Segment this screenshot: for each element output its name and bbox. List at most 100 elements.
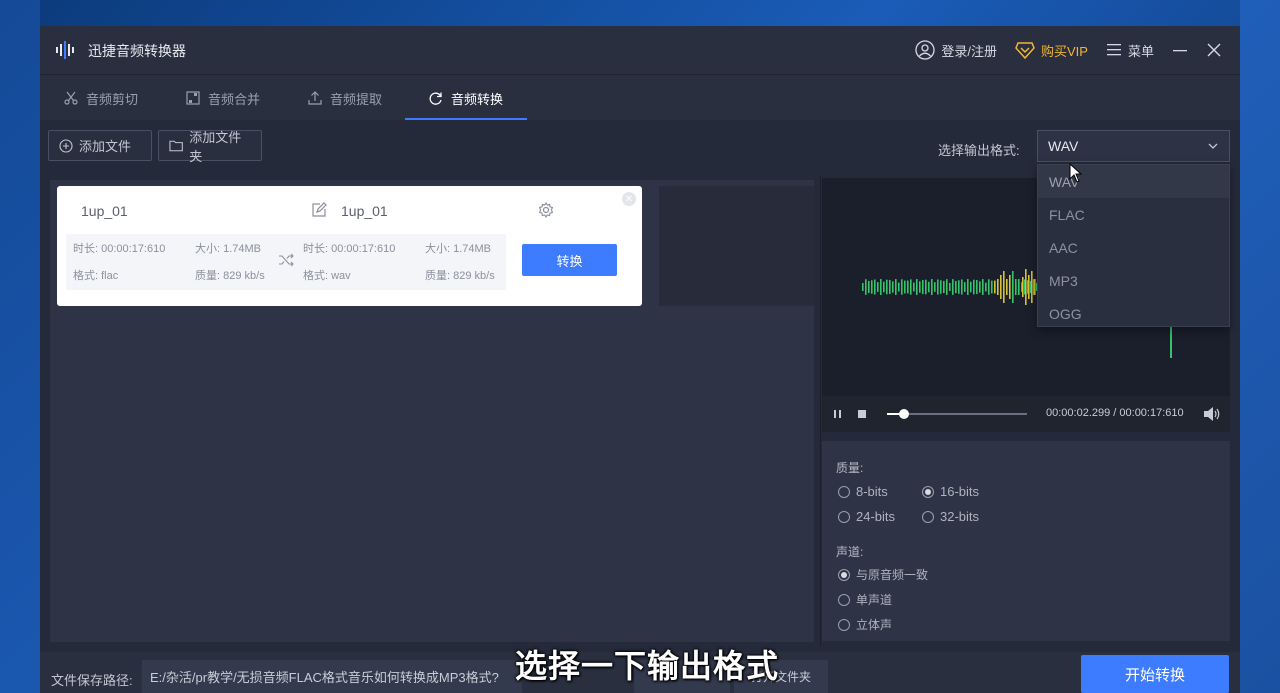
tab-audio-cut[interactable]: 音频剪切 [64,75,138,121]
waveform-bar [1170,326,1172,358]
waveform-bar [862,283,864,291]
quality-16bits-radio[interactable]: 16-bits [922,484,979,499]
source-file-name: 1up_01 [81,203,128,219]
waveform-bar [943,280,945,294]
tab-audio-merge[interactable]: 音频合并 [186,75,260,121]
output-format-select[interactable]: WAV [1037,130,1230,162]
waveform-bar [925,279,927,295]
pause-icon[interactable] [833,409,843,419]
source-size: 大小: 1.74MB [195,243,262,255]
waveform-bar [979,281,981,293]
waveform-bar [868,280,870,294]
title-bar-actions: 登录/注册 购买VIP 菜单 [915,26,1240,74]
channel-stereo-radio[interactable]: 立体声 [838,616,892,633]
login-button[interactable]: 登录/注册 [915,40,997,60]
target-size: 大小: 1.74MB [425,243,492,255]
waveform-bar [994,280,996,294]
progress-thumb[interactable] [898,409,909,419]
waveform-bar [940,280,942,294]
menu-button[interactable]: 菜单 [1106,41,1154,60]
start-convert-button[interactable]: 开始转换 [1081,655,1229,693]
waveform-bar [958,280,960,294]
diamond-icon [1015,42,1035,59]
radio-label: 单声道 [856,593,893,607]
save-path-input[interactable]: E:/杂活/pr教学/无损音频FLAC格式音乐如何转换成MP3格式? [142,660,522,693]
quality-24bits-radio[interactable]: 24-bits [838,509,895,524]
remove-file-button[interactable]: ✕ [622,192,636,206]
edit-icon[interactable] [311,202,327,218]
add-folder-button[interactable]: 添加文件夹 [158,130,262,164]
radio-dot [838,618,850,631]
tab-audio-extract[interactable]: 音频提取 [308,75,382,121]
mouse-cursor-icon [1069,163,1083,183]
radio-dot [838,568,850,581]
waveform-bar [913,282,915,292]
volume-icon[interactable] [1203,406,1221,422]
waveform-bar [985,282,987,292]
waveform-bar [1006,279,1008,295]
add-file-button[interactable]: 添加文件 [48,130,152,161]
waveform-bar [961,279,963,295]
quality-32bits-radio[interactable]: 32-bits [922,509,979,524]
radio-dot [838,485,850,498]
waveform-bar [1031,271,1033,303]
close-window-button[interactable] [1206,42,1222,58]
minimize-button[interactable] [1172,43,1188,57]
waveform-bar [1000,275,1002,299]
format-option-mp3[interactable]: MP3 [1038,264,1229,297]
channel-mono-radio[interactable]: 单声道 [838,591,892,608]
waveform-bar [955,280,957,294]
radio-label: 立体声 [856,618,893,632]
add-folder-label: 添加文件夹 [189,129,242,164]
waveform-bar [997,279,999,295]
app-window: 迅捷音频转换器 登录/注册 购买VIP 菜单 音频剪切 音频合并 音频提取 音频… [40,26,1240,693]
stop-icon[interactable] [857,409,867,419]
vip-button[interactable]: 购买VIP [1015,41,1088,60]
convert-button[interactable]: 转换 [522,244,617,276]
app-logo-icon [56,41,74,59]
format-option-aac[interactable]: AAC [1038,231,1229,264]
format-option-ogg[interactable]: OGG [1038,297,1229,330]
save-path-label: 文件保存路径: [51,673,133,688]
radio-dot [922,485,934,498]
title-bar: 迅捷音频转换器 登录/注册 购买VIP 菜单 [40,26,1240,74]
format-option-flac[interactable]: FLAC [1038,198,1229,231]
waveform-bar [907,280,909,294]
waveform-bar [877,282,879,292]
channel-original-radio[interactable]: 与原音频一致 [838,566,928,583]
file-info-box: 时长: 00:00:17:610 大小: 1.74MB 格式: flac 质量:… [66,234,506,290]
waveform-bar [967,279,969,295]
waveform-bar [889,279,891,295]
waveform-bar [928,281,930,293]
radio-dot [838,510,850,523]
output-format-label: 选择输出格式: [938,143,1020,158]
format-option-wav[interactable]: WAV [1038,165,1229,198]
channel-label: 声道: [836,545,864,559]
waveform-bar [874,279,876,295]
source-duration: 时长: 00:00:17:610 [73,243,166,255]
waveform-bar [982,279,984,295]
radio-label: 32-bits [940,509,980,524]
waveform-bar [973,279,975,295]
minimize-icon [1173,50,1187,52]
waveform-bar [1018,279,1020,295]
quality-8bits-radio[interactable]: 8-bits [838,484,888,499]
tab-label: 音频合并 [208,91,261,107]
plus-circle-icon [59,138,73,153]
waveform-bar [991,280,993,294]
progress-track[interactable] [887,409,1027,419]
waveform-bar [1028,275,1030,299]
merge-icon [186,91,200,105]
waveform-bar [904,280,906,294]
playback-time: 00:00:02.299 / 00:00:17:610 [1046,407,1184,419]
waveform-bar [916,279,918,295]
waveform-bar [865,279,867,295]
waveform-bar [898,282,900,292]
source-quality: 质量: 829 kb/s [195,270,265,282]
radio-label: 24-bits [856,509,896,524]
target-quality: 质量: 829 kb/s [425,270,495,282]
player-controls: 00:00:02.299 / 00:00:17:610 [822,396,1230,432]
waveform-bar [1003,271,1005,303]
tab-audio-convert[interactable]: 音频转换 [428,75,503,121]
gear-icon[interactable] [538,202,554,218]
